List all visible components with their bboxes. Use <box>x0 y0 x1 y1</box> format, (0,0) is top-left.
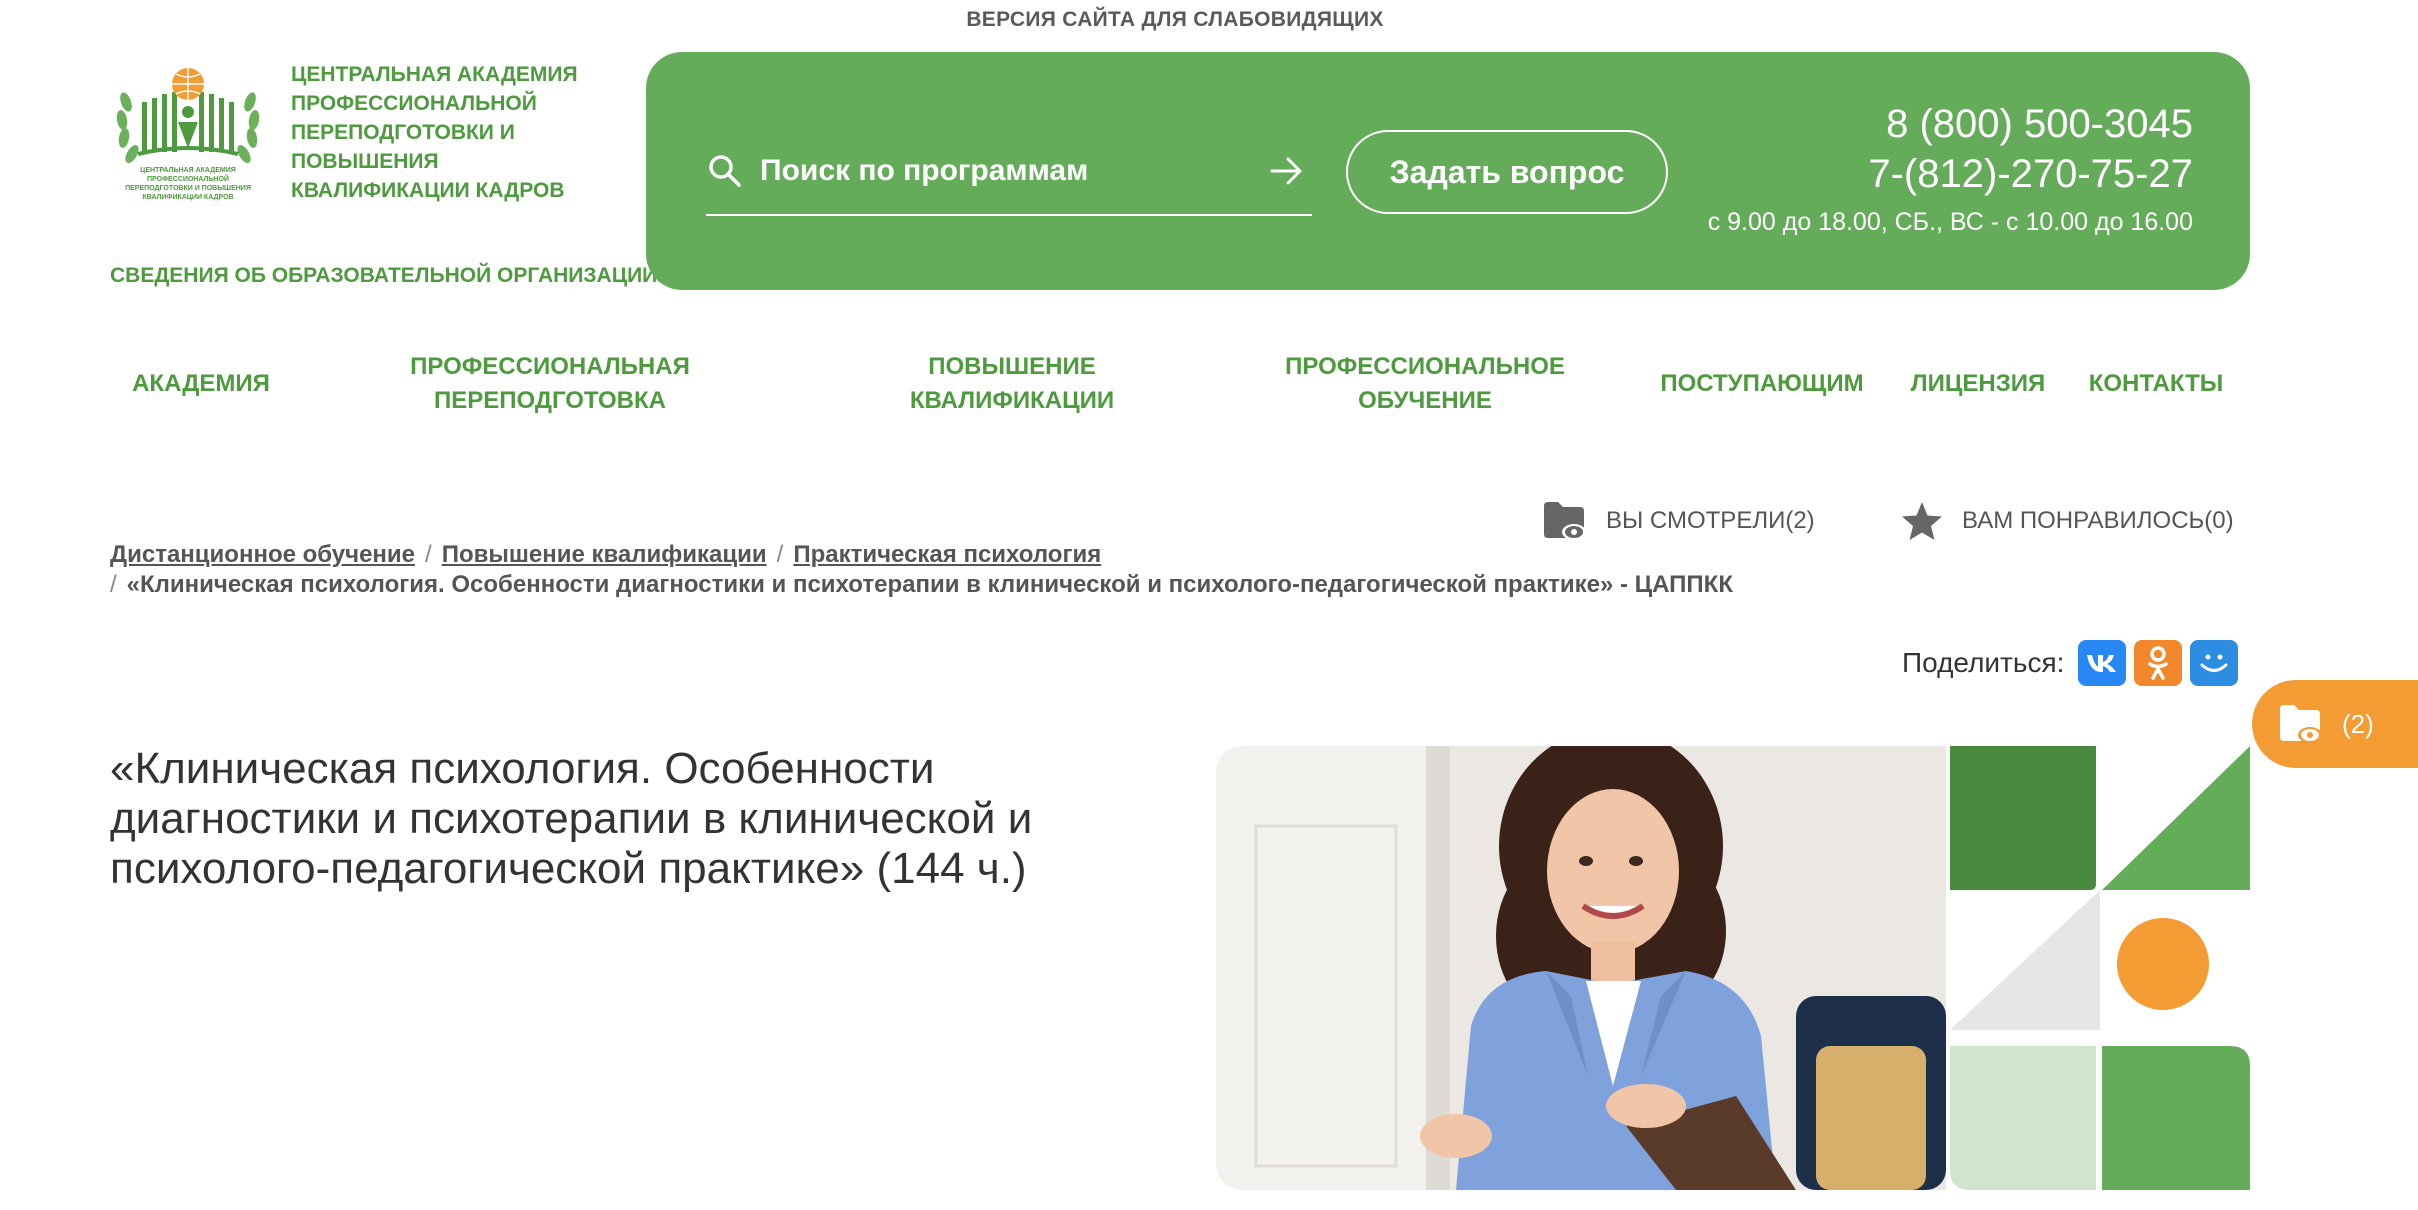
working-hours: с 9.00 до 18.00, СБ., ВС - с 10.00 до 16… <box>1707 208 2193 236</box>
breadcrumb-separator: / <box>776 541 784 568</box>
nav-item-training[interactable]: ПРОФЕССИОНАЛЬНОЕ ОБУЧЕНИЕ <box>1270 350 1580 418</box>
breadcrumb-current: «Клиническая психология. Особенности диа… <box>126 571 1733 598</box>
viewed-list-link[interactable]: ВЫ СМОТРЕЛИ(2) <box>1542 500 1815 542</box>
share-ok-button[interactable] <box>2134 640 2183 686</box>
course-hero-image <box>1216 746 2250 1190</box>
breadcrumb-qualification[interactable]: Повышение квалификации <box>442 541 767 568</box>
mail-smile-icon <box>2200 654 2228 672</box>
floating-viewed-button[interactable]: (2) <box>2252 680 2418 768</box>
search-input[interactable] <box>760 148 1230 194</box>
nav-item-retraining[interactable]: ПРОФЕССИОНАЛЬНАЯ ПЕРЕПОДГОТОВКА <box>390 350 710 418</box>
nav-item-qualification[interactable]: ПОВЫШЕНИЕ КВАЛИФИКАЦИИ <box>862 350 1162 418</box>
star-icon <box>1902 502 1942 540</box>
svg-text:ЦЕНТРАЛЬНАЯ АКАДЕМИЯ: ЦЕНТРАЛЬНАЯ АКАДЕМИЯ <box>140 167 236 174</box>
nav-item-license[interactable]: ЛИЦЕНЗИЯ <box>1908 367 2048 401</box>
liked-list-link[interactable]: ВАМ ПОНРАВИЛОСЬ(0) <box>1900 500 2234 542</box>
share-label: Поделиться: <box>1902 647 2065 678</box>
odnoklassniki-icon <box>2148 646 2169 680</box>
nav-item-applicants[interactable]: ПОСТУПАЮЩИМ <box>1652 367 1872 401</box>
viewed-count-label: ВЫ СМОТРЕЛИ(2) <box>1606 507 1815 534</box>
svg-text:КВАЛИФИКАЦИИ КАДРОВ: КВАЛИФИКАЦИИ КАДРОВ <box>142 194 233 201</box>
phone-spb[interactable]: 7-(812)-270-75-27 <box>1868 152 2193 197</box>
ask-question-button[interactable]: Задать вопрос <box>1346 130 1668 214</box>
breadcrumb-distance-learning[interactable]: Дистанционное обучение <box>110 541 415 568</box>
liked-count-label: ВАМ ПОНРАВИЛОСЬ(0) <box>1962 507 2234 534</box>
breadcrumb-separator: / <box>110 571 117 598</box>
main-nav: АКАДЕМИЯ ПРОФЕССИОНАЛЬНАЯ ПЕРЕПОДГОТОВКА… <box>0 350 2418 430</box>
folder-eye-icon <box>1544 502 1586 540</box>
nav-item-contacts[interactable]: КОНТАКТЫ <box>2082 367 2230 401</box>
svg-text:ПРОФЕССИОНАЛЬНОЙ: ПРОФЕССИОНАЛЬНОЙ <box>147 174 229 183</box>
share-vk-button[interactable] <box>2078 640 2127 686</box>
low-vision-version-link[interactable]: ВЕРСИЯ САЙТА ДЛЯ СЛАБОВИДЯЩИХ <box>0 8 2350 32</box>
search-bar <box>706 140 1312 216</box>
phone-toll-free[interactable]: 8 (800) 500-3045 <box>1886 102 2193 147</box>
academy-name[interactable]: ЦЕНТРАЛЬНАЯ АКАДЕМИЯ ПРОФЕССИОНАЛЬНОЙ ПЕ… <box>291 60 621 205</box>
share-block: Поделиться: <box>1902 640 2239 686</box>
svg-text:ПЕРЕПОДГОТОВКИ И ПОВЫШЕНИЯ: ПЕРЕПОДГОТОВКИ И ПОВЫШЕНИЯ <box>125 185 251 192</box>
academy-logo[interactable]: ЦЕНТРАЛЬНАЯ АКАДЕМИЯ ПРОФЕССИОНАЛЬНОЙ ПЕ… <box>112 62 264 202</box>
folder-eye-icon <box>2280 705 2322 743</box>
arrow-right-icon[interactable] <box>1268 154 1306 188</box>
search-icon[interactable] <box>706 152 744 190</box>
edu-org-info-link[interactable]: СВЕДЕНИЯ ОБ ОБРАЗОВАТЕЛЬНОЙ ОРГАНИЗАЦИИ <box>110 264 657 288</box>
nav-item-academy[interactable]: АКАДЕМИЯ <box>130 367 272 401</box>
share-mymail-button[interactable] <box>2190 640 2239 686</box>
vk-icon <box>2087 655 2117 672</box>
breadcrumb-practical-psychology[interactable]: Практическая психология <box>793 541 1101 568</box>
breadcrumb: Дистанционное обучение / Повышение квалифи… <box>110 540 1910 600</box>
course-title: «Клиническая психология. Особенности диа… <box>110 744 1033 893</box>
breadcrumb-separator: / <box>425 541 432 568</box>
floating-viewed-count: (2) <box>2342 708 2374 739</box>
